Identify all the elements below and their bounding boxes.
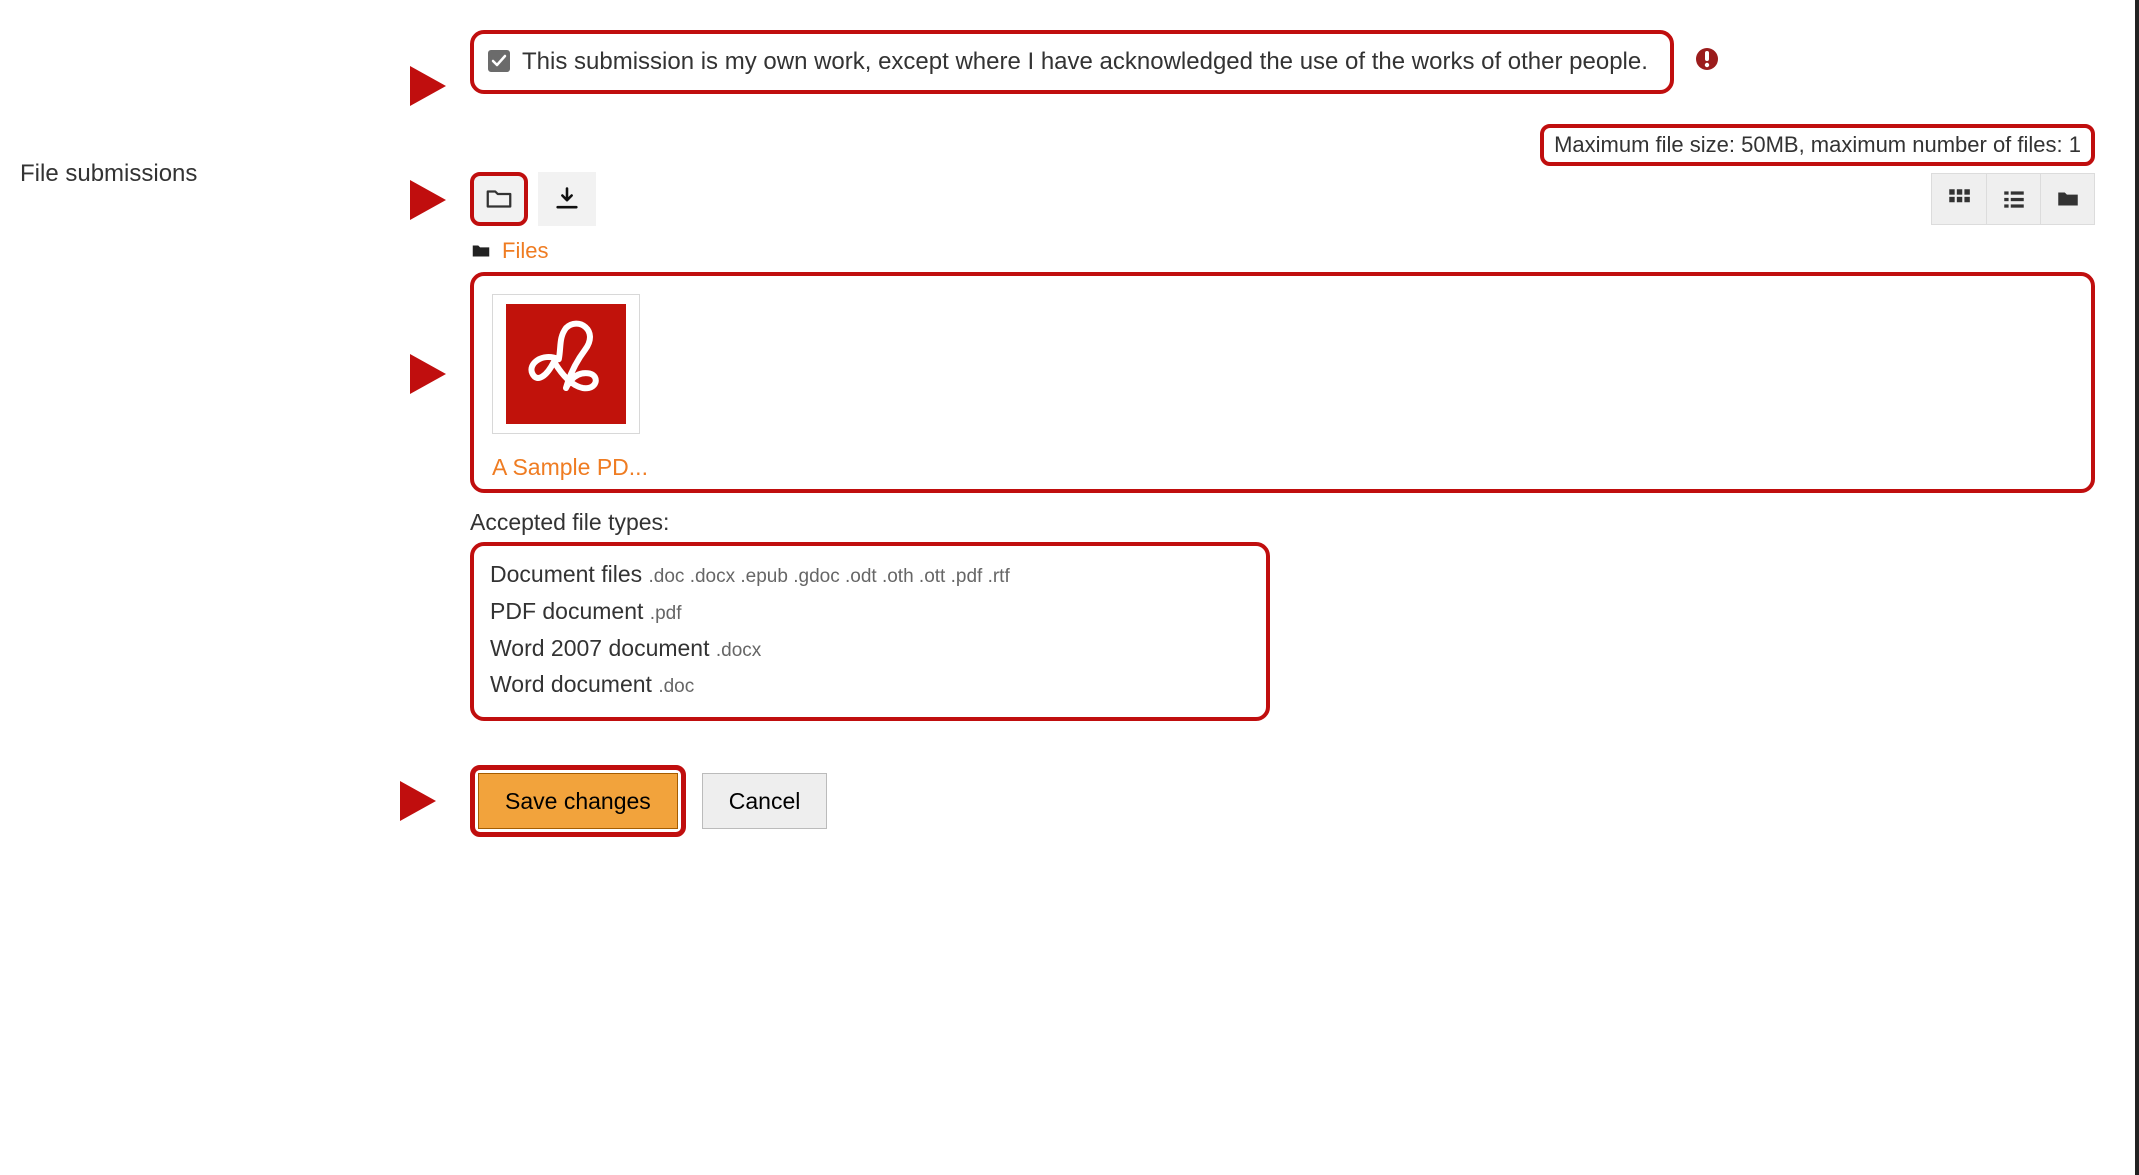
annotation-arrow bbox=[410, 354, 446, 394]
required-indicator-icon bbox=[1694, 46, 1720, 72]
declaration-row: This submission is my own work, except w… bbox=[470, 30, 2095, 94]
grid-icon bbox=[1946, 186, 1972, 212]
file-toolbar bbox=[470, 172, 2095, 226]
folder-solid-icon bbox=[470, 240, 492, 262]
accepted-type-ext: .docx bbox=[716, 640, 761, 661]
file-manager: Maximum file size: 50MB, maximum number … bbox=[400, 142, 2095, 721]
add-file-button[interactable] bbox=[470, 172, 528, 226]
annotation-arrow bbox=[410, 66, 446, 106]
list-icon bbox=[2001, 186, 2027, 212]
save-highlight: Save changes bbox=[470, 765, 686, 837]
view-switcher bbox=[1931, 173, 2095, 225]
accepted-type-ext: .doc bbox=[658, 676, 694, 697]
file-tile[interactable]: A Sample PD... bbox=[492, 294, 640, 481]
declaration-highlight: This submission is my own work, except w… bbox=[470, 30, 1674, 94]
accepted-type-row: Document files .doc .docx .epub .gdoc .o… bbox=[490, 556, 1248, 593]
form-actions: Save changes Cancel bbox=[400, 765, 2095, 837]
pdf-icon bbox=[506, 304, 626, 424]
folder-icon bbox=[484, 184, 514, 214]
file-limits-text: Maximum file size: 50MB, maximum number … bbox=[1540, 124, 2095, 166]
accepted-type-ext: .pdf bbox=[650, 603, 682, 624]
accepted-type-name: Word 2007 document bbox=[490, 635, 710, 661]
cancel-button[interactable]: Cancel bbox=[702, 773, 828, 829]
accepted-type-name: Document files bbox=[490, 561, 642, 587]
download-icon bbox=[553, 185, 581, 213]
accepted-type-row: Word document .doc bbox=[490, 666, 1248, 703]
folder-solid-icon bbox=[2055, 186, 2081, 212]
file-submissions-label: File submissions bbox=[20, 160, 400, 188]
view-grid-button[interactable] bbox=[1932, 174, 1986, 224]
file-thumbnail bbox=[492, 294, 640, 434]
save-button[interactable]: Save changes bbox=[478, 773, 678, 829]
accepted-type-name: PDF document bbox=[490, 598, 643, 624]
accepted-type-row: PDF document .pdf bbox=[490, 593, 1248, 630]
annotation-arrow bbox=[400, 781, 436, 821]
file-submissions-row: File submissions Maximum file size: 50MB… bbox=[20, 142, 2095, 721]
assignment-submission-form: This submission is my own work, except w… bbox=[0, 0, 2139, 1175]
file-drop-area[interactable]: A Sample PD... bbox=[470, 272, 2095, 493]
download-button[interactable] bbox=[538, 172, 596, 226]
view-tree-button[interactable] bbox=[2040, 174, 2094, 224]
accepted-type-ext: .doc .docx .epub .gdoc .odt .oth .ott .p… bbox=[649, 566, 1010, 587]
breadcrumb-files-link[interactable]: Files bbox=[502, 238, 548, 264]
file-breadcrumb: Files bbox=[470, 238, 2095, 264]
accepted-type-row: Word 2007 document .docx bbox=[490, 630, 1248, 667]
declaration-text: This submission is my own work, except w… bbox=[522, 44, 1648, 80]
accepted-types-box: Document files .doc .docx .epub .gdoc .o… bbox=[470, 542, 1270, 721]
declaration-checkbox[interactable] bbox=[488, 50, 510, 72]
view-list-button[interactable] bbox=[1986, 174, 2040, 224]
accepted-type-name: Word document bbox=[490, 671, 652, 697]
annotation-arrow bbox=[410, 180, 446, 220]
accepted-types-label: Accepted file types: bbox=[470, 509, 2095, 536]
file-name: A Sample PD... bbox=[492, 454, 652, 481]
